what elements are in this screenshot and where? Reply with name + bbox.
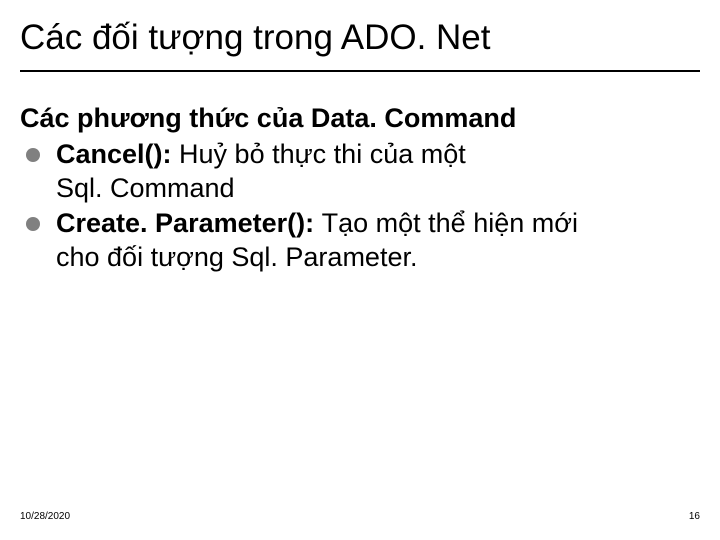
slide: Các đối tượng trong ADO. Net Các phương … (0, 0, 720, 540)
method-desc-line1: Tạo một thể hiện mới (322, 208, 578, 238)
method-desc-line2: Sql. Command (56, 173, 235, 203)
footer-date: 10/28/2020 (20, 511, 70, 522)
method-name: Cancel(): (56, 139, 179, 169)
body-subtitle: Các phương thức của Data. Command (20, 102, 700, 136)
list-item: Create. Parameter(): Tạo một thể hiện mớ… (20, 207, 700, 275)
footer-page-number: 16 (689, 511, 700, 522)
methods-list: Cancel(): Huỷ bỏ thực thi của một Sql. C… (20, 138, 700, 275)
method-name: Create. Parameter(): (56, 208, 322, 238)
list-item: Cancel(): Huỷ bỏ thực thi của một Sql. C… (20, 138, 700, 206)
slide-body: Các phương thức của Data. Command Cancel… (0, 72, 720, 275)
method-desc-line1: Huỷ bỏ thực thi của một (179, 139, 466, 169)
method-desc-line2: cho đối tượng Sql. Parameter. (56, 242, 417, 272)
slide-title: Các đối tượng trong ADO. Net (0, 0, 720, 66)
slide-footer: 10/28/2020 16 (20, 511, 700, 522)
